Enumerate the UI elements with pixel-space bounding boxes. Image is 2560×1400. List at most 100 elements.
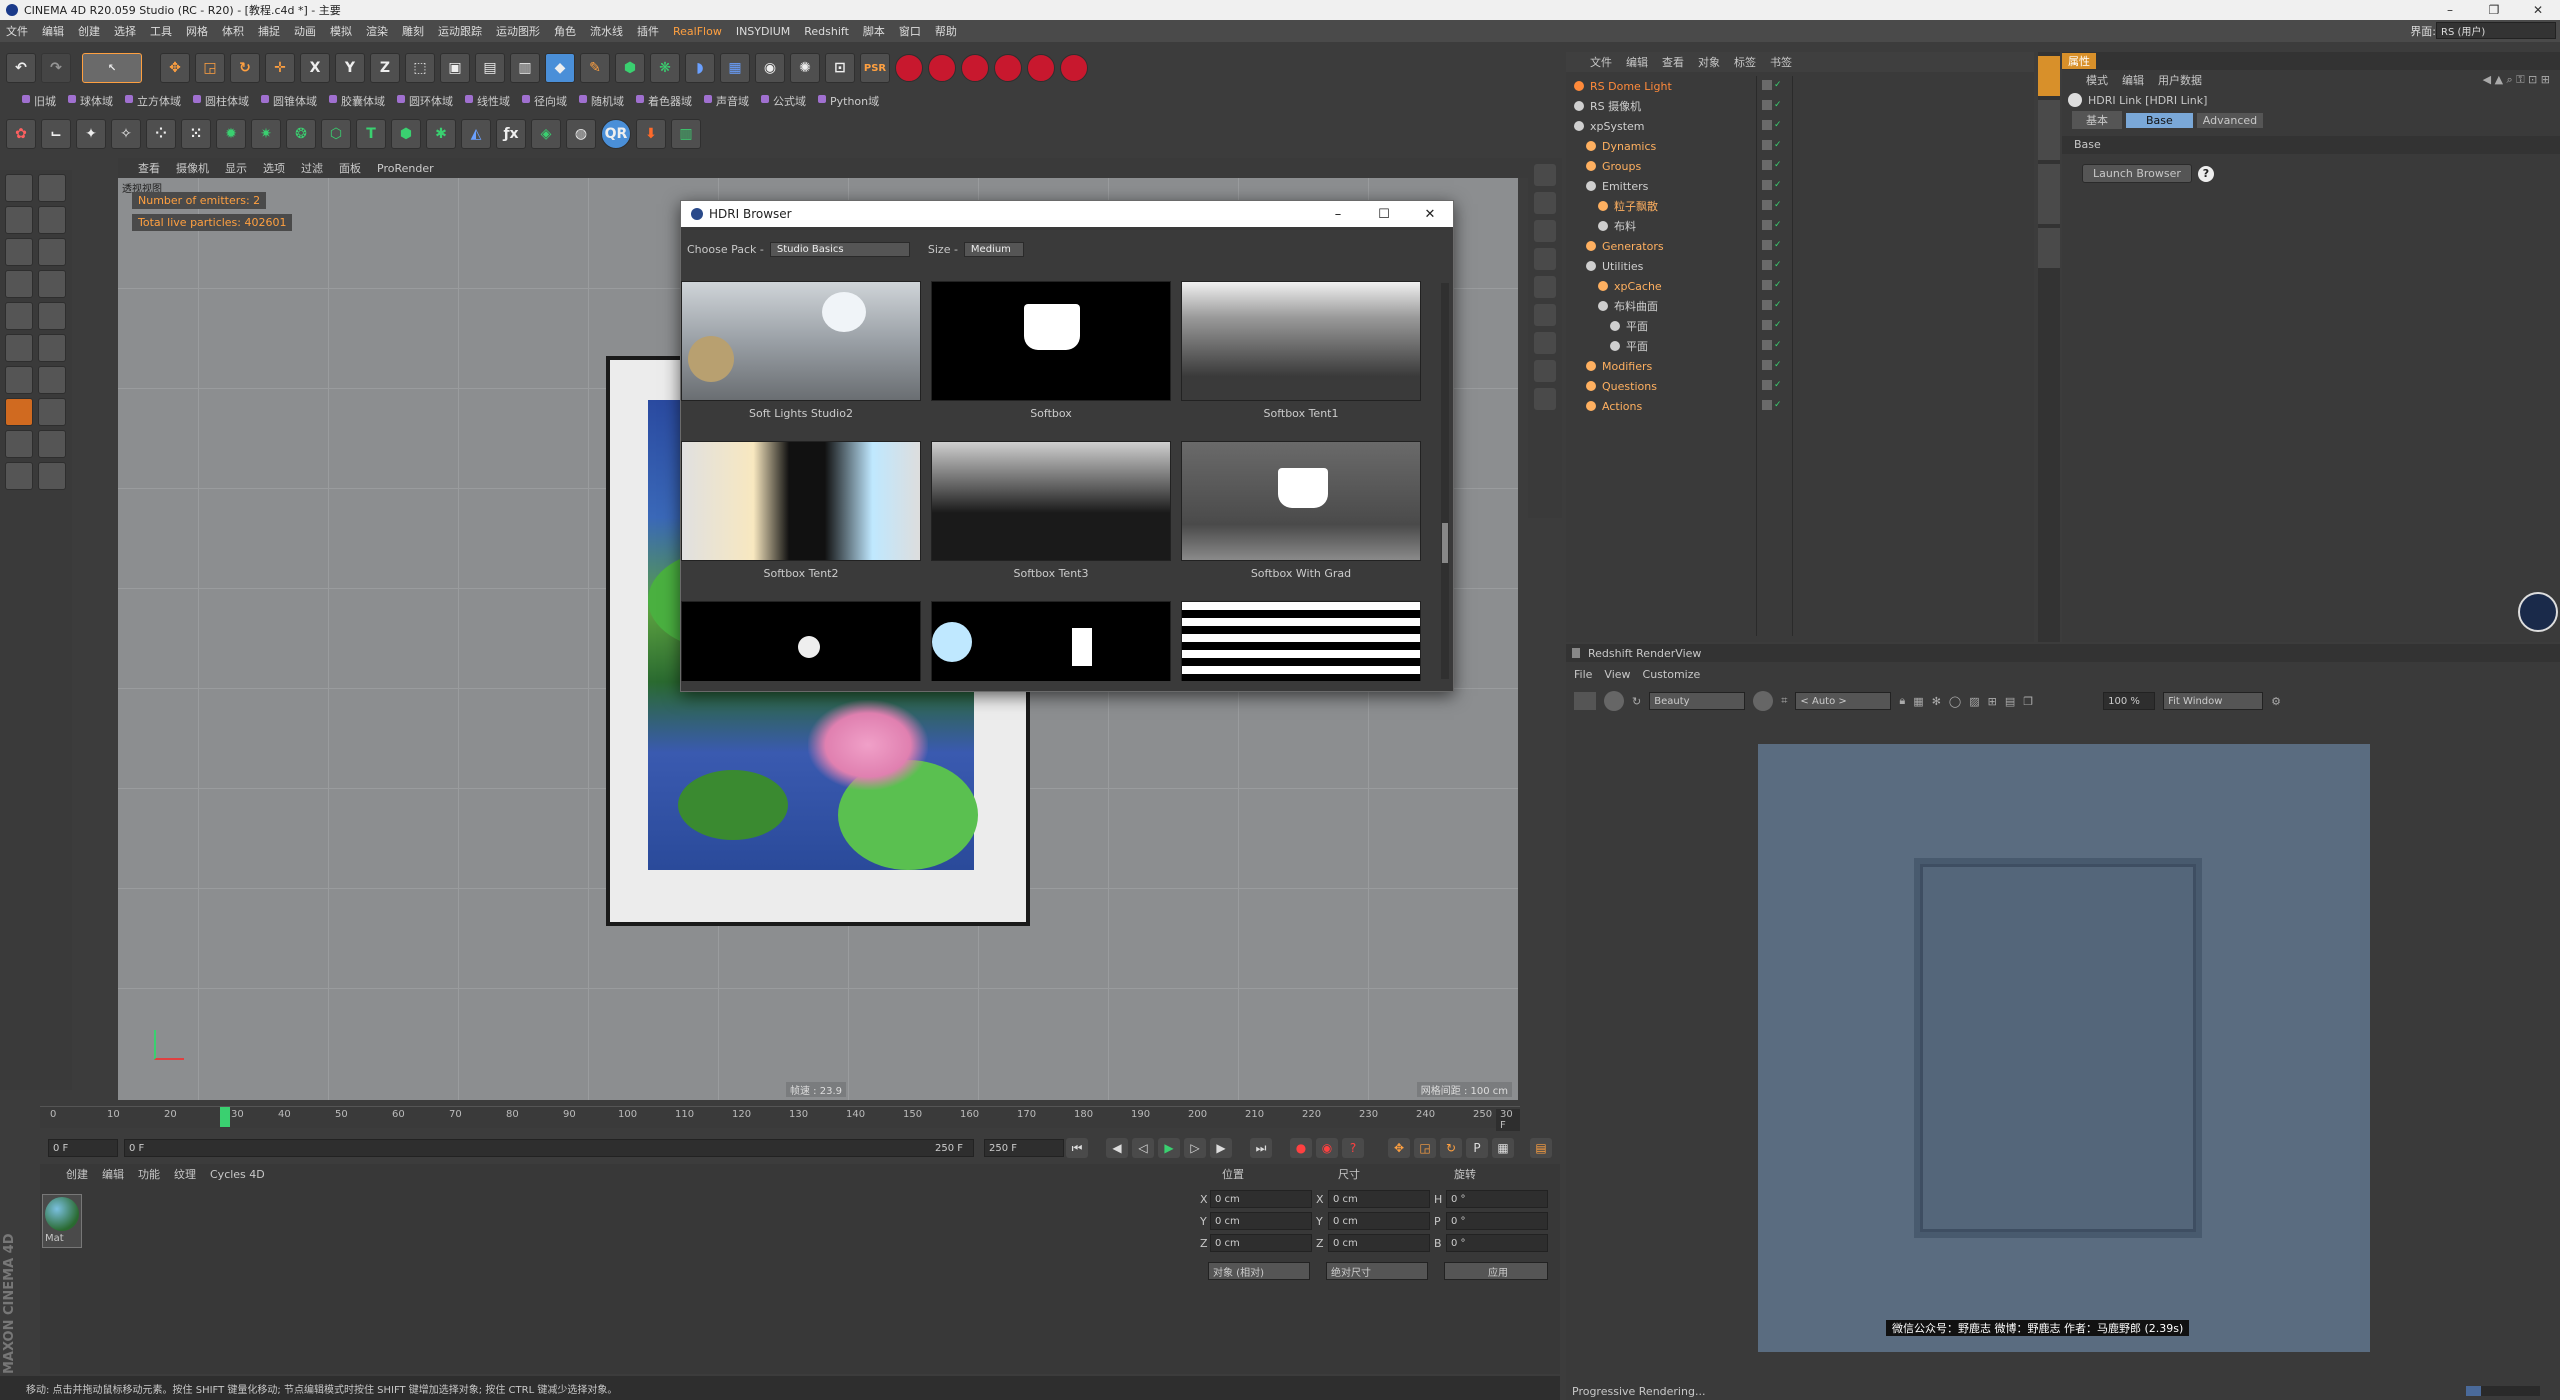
size-mode-select[interactable]: 绝对尺寸 — [1326, 1262, 1428, 1280]
rv-copy-icon[interactable]: ❐ — [2023, 695, 2033, 708]
field-capsule[interactable]: 胶囊体域 — [329, 93, 385, 109]
object-row[interactable]: Emitters ✓ — [1566, 176, 2034, 196]
grid-icon[interactable] — [38, 462, 66, 490]
hdri-thumb[interactable] — [931, 601, 1171, 681]
timeline-ruler[interactable]: 0 10 20 30 40 50 60 70 80 90 100 110 120… — [40, 1106, 1520, 1131]
undo-icon[interactable]: ↶ — [6, 53, 36, 83]
hdri-thumb[interactable] — [681, 601, 921, 681]
menu-snap[interactable]: 捕捉 — [258, 23, 280, 39]
hdri-thumb[interactable]: Soft Lights Studio2 — [681, 281, 921, 420]
object-row[interactable]: Actions ✓ — [1566, 396, 2034, 416]
object-row[interactable]: 平面 ✓ — [1566, 316, 2034, 336]
rs-camera-icon[interactable] — [994, 54, 1022, 82]
rs-record-icon[interactable] — [895, 54, 923, 82]
object-row[interactable]: RS 摄像机 ✓ — [1566, 96, 2034, 116]
rv-add-icon[interactable]: ⊞ — [1988, 695, 1997, 708]
om-menu-objects[interactable]: 对象 — [1698, 54, 1720, 70]
visibility-toggle[interactable]: ✓ — [1762, 260, 1786, 272]
object-row[interactable]: 布料曲面 ✓ — [1566, 296, 2034, 316]
rs-material-icon[interactable] — [1027, 54, 1055, 82]
hdri-thumb[interactable] — [1181, 601, 1421, 681]
field-cylinder[interactable]: 圆柱体域 — [193, 93, 249, 109]
hdri-thumb[interactable]: Softbox With Grad — [1181, 441, 1421, 580]
mat-menu-edit[interactable]: 编辑 — [102, 1166, 124, 1182]
rv-image-icon[interactable]: ▨ — [1969, 695, 1979, 708]
menu-plugins[interactable]: 插件 — [637, 23, 659, 39]
layout-3-icon[interactable] — [1534, 220, 1556, 242]
texture-mode-icon[interactable] — [5, 206, 33, 234]
material-swatch[interactable]: Mat — [42, 1194, 82, 1248]
hdri-thumb[interactable]: Softbox Tent3 — [931, 441, 1171, 580]
visibility-toggle[interactable]: ✓ — [1762, 340, 1786, 352]
object-row[interactable]: 布料 ✓ — [1566, 216, 2034, 236]
field-python[interactable]: Python域 — [818, 93, 879, 109]
axis-tool-icon[interactable] — [5, 334, 33, 362]
viewport-menu-camera[interactable]: 摄像机 — [176, 160, 209, 176]
layout-icon[interactable] — [1534, 164, 1556, 186]
object-row[interactable]: 平面 ✓ — [1566, 336, 2034, 356]
viewport-menu-display[interactable]: 显示 — [225, 160, 247, 176]
viewport-menu-prorender[interactable]: ProRender — [377, 162, 434, 175]
field-cone[interactable]: 圆锥体域 — [261, 93, 317, 109]
object-tab[interactable] — [2038, 56, 2060, 96]
field-random[interactable]: 随机域 — [579, 93, 624, 109]
menu-realflow[interactable]: RealFlow — [673, 25, 722, 38]
redo-icon[interactable]: ↷ — [41, 53, 71, 83]
x-axis-icon[interactable]: X — [300, 53, 330, 83]
attributes-tab[interactable]: 属性 — [2062, 53, 2096, 69]
menu-pipeline[interactable]: 流水线 — [590, 23, 623, 39]
rv-circle-icon[interactable]: ◯ — [1949, 695, 1961, 708]
menu-volume[interactable]: 体积 — [222, 23, 244, 39]
size-x-field[interactable]: 0 cm — [1328, 1190, 1430, 1208]
pos-z-field[interactable]: 0 cm — [1210, 1234, 1312, 1252]
menu-character[interactable]: 角色 — [554, 23, 576, 39]
visibility-toggle[interactable]: ✓ — [1762, 80, 1786, 92]
visibility-toggle[interactable]: ✓ — [1762, 300, 1786, 312]
record-icon[interactable]: ● — [1290, 1138, 1312, 1158]
object-row[interactable]: Groups ✓ — [1566, 156, 2034, 176]
rv-menu-customize[interactable]: Customize — [1643, 668, 1701, 681]
key-scale-icon[interactable]: ◲ — [1414, 1138, 1436, 1158]
rect-select-icon[interactable] — [38, 238, 66, 266]
menu-insydium[interactable]: INSYDIUM — [736, 25, 790, 38]
menu-animate[interactable]: 动画 — [294, 23, 316, 39]
key-move-icon[interactable]: ✥ — [1388, 1138, 1410, 1158]
timeline-layout-icon[interactable]: ▤ — [1530, 1138, 1552, 1158]
menu-redshift[interactable]: Redshift — [804, 25, 849, 38]
go-to-start-icon[interactable]: ⏮ — [1066, 1138, 1088, 1158]
menu-help[interactable]: 帮助 — [935, 23, 957, 39]
layout-6-icon[interactable] — [1534, 304, 1556, 326]
mat-menu-function[interactable]: 功能 — [138, 1166, 160, 1182]
layout-7-icon[interactable] — [1534, 332, 1556, 354]
end-frame-field[interactable]: 250 F — [984, 1139, 1064, 1157]
rs-light-icon[interactable] — [928, 54, 956, 82]
rv-crop-icon[interactable]: ⌗ — [1781, 694, 1787, 708]
visibility-toggle[interactable]: ✓ — [1762, 380, 1786, 392]
help-icon[interactable]: ? — [2197, 165, 2214, 182]
magnet-icon[interactable] — [5, 398, 33, 426]
attr-tab-base[interactable]: Base — [2126, 112, 2193, 128]
rv-clapper-icon[interactable] — [1574, 692, 1596, 710]
coordinate-system-icon[interactable]: ⬚ — [405, 53, 435, 83]
object-mode-icon[interactable] — [38, 174, 66, 202]
xp-group-icon[interactable]: ⬡ — [321, 119, 351, 149]
select-tool-icon[interactable]: ↖ — [82, 53, 142, 83]
rv-menu-view[interactable]: View — [1604, 668, 1630, 681]
menu-script[interactable]: 脚本 — [863, 23, 885, 39]
visibility-toggle[interactable]: ✓ — [1762, 320, 1786, 332]
brush-icon[interactable] — [5, 462, 33, 490]
rv-refresh-icon[interactable]: ↻ — [1632, 695, 1641, 708]
rot-b-field[interactable]: 0 ° — [1446, 1234, 1548, 1252]
pos-y-field[interactable]: 0 cm — [1210, 1212, 1312, 1230]
layer-tab[interactable] — [2038, 228, 2060, 268]
xp-cache-icon[interactable]: ⬢ — [391, 119, 421, 149]
visibility-toggle[interactable]: ✓ — [1762, 240, 1786, 252]
prev-frame-icon[interactable]: ◁ — [1132, 1138, 1154, 1158]
attr-menu-edit[interactable]: 编辑 — [2122, 72, 2144, 88]
xp-emitter-icon[interactable]: ✹ — [216, 119, 246, 149]
live-select-tool-icon[interactable] — [38, 206, 66, 234]
menu-mesh[interactable]: 网格 — [186, 23, 208, 39]
menu-motion-tracking[interactable]: 运动跟踪 — [438, 23, 482, 39]
xp-text-icon[interactable]: T — [356, 119, 386, 149]
rv-save-icon[interactable]: ▤ — [2005, 695, 2015, 708]
